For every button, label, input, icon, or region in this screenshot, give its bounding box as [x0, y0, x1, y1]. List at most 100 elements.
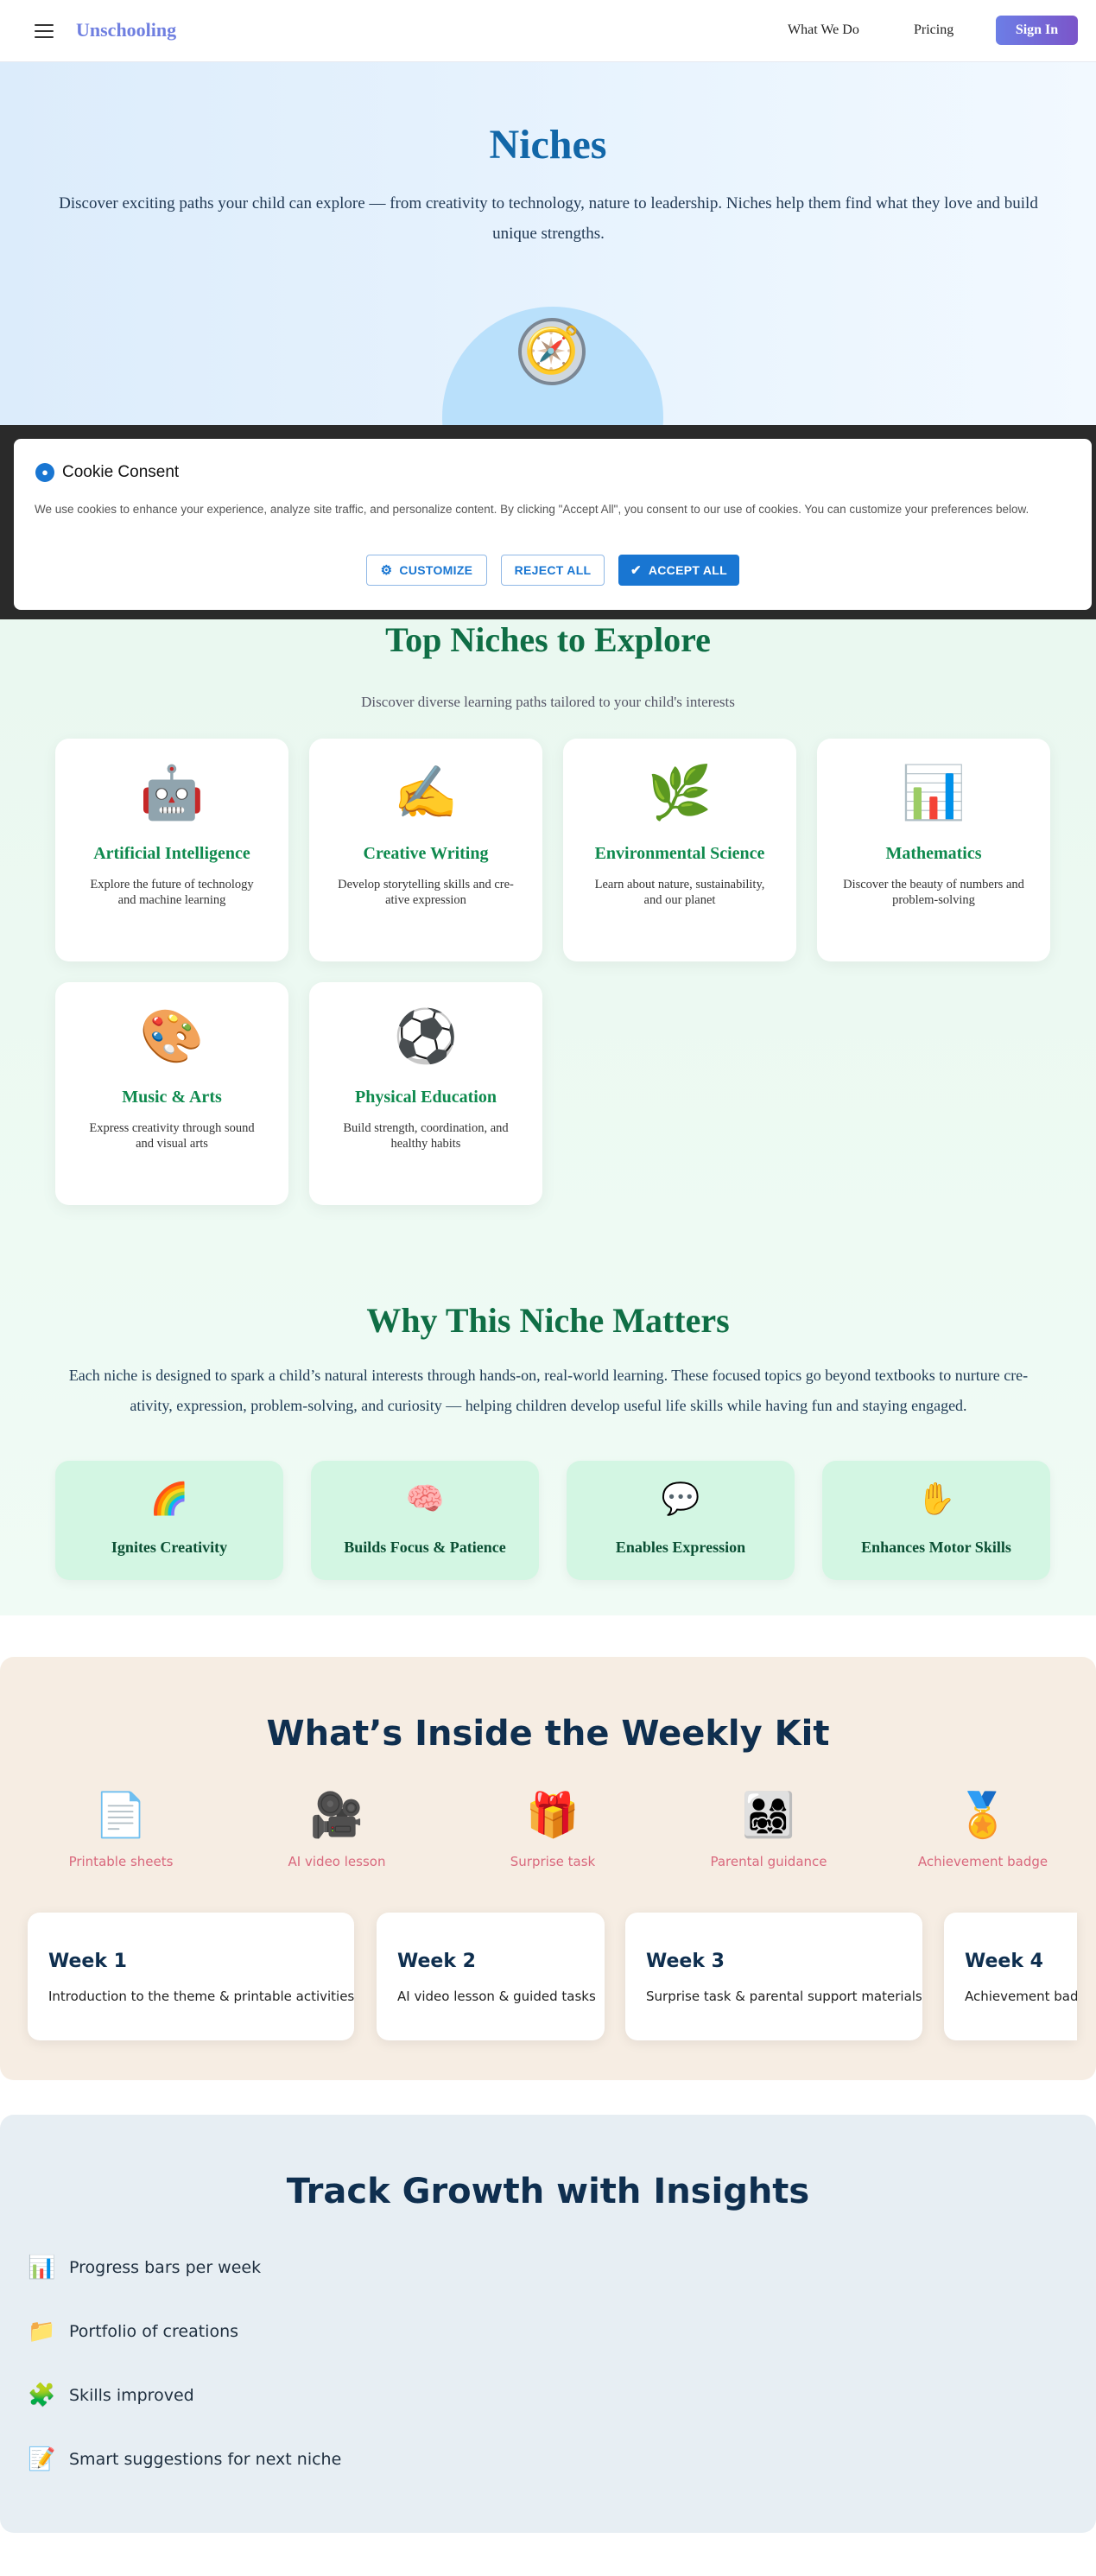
page-icon: 📄	[93, 1790, 149, 1840]
reject-label: REJECT ALL	[514, 563, 592, 577]
hand-icon: ✋	[916, 1482, 956, 1516]
niche-card-physical-education[interactable]: ⚽ Physical Education Build strength, coo…	[309, 982, 542, 1205]
why-name: Enhances Motor Skills	[861, 1539, 1011, 1556]
track-item-progress: 📊 Progress bars per week	[28, 2253, 261, 2282]
why-name: Builds Focus & Patience	[344, 1539, 506, 1556]
track-label: Portfolio of creations	[69, 2322, 239, 2341]
kit-item-parental: 👨‍👩‍👧‍👦 Parental guidance	[682, 1786, 855, 1869]
week-card-2: Week 2 AI video lesson & guided tasks	[377, 1913, 605, 2040]
week-desc: Surprise task & parental support materia…	[646, 1989, 922, 2004]
week-desc: Introduction to the theme & printable ac…	[48, 1989, 354, 2004]
nav-pricing[interactable]: Pricing	[914, 22, 953, 38]
gear-icon: ⚙	[380, 563, 393, 578]
speech-bubble-icon: 💬	[661, 1482, 700, 1516]
why-card-expression: 💬 Enables Expression	[567, 1461, 795, 1580]
why-name: Enables Expression	[615, 1539, 746, 1556]
check-circle-icon: ✔	[630, 563, 642, 578]
compass-icon: 🧭	[518, 318, 586, 385]
rainbow-icon: 🌈	[149, 1482, 189, 1516]
week-card-1: Week 1 Introduction to the theme & print…	[28, 1913, 354, 2040]
niche-name: Music & Arts	[122, 1088, 222, 1107]
menu-icon[interactable]	[35, 24, 54, 38]
week-desc: Achievement badg	[965, 1989, 1077, 2004]
kit-item-surprise: 🎁 Surprise task	[466, 1786, 639, 1869]
site-logo[interactable]: Unschooling	[76, 19, 176, 41]
why-description: Each niche is designed to spark a child’…	[68, 1367, 1029, 1414]
week-title: Week 2	[397, 1951, 476, 1972]
week-desc: AI video lesson & guided tasks	[397, 1989, 596, 2004]
kit-label: Surprise task	[510, 1854, 596, 1869]
track-label: Smart suggestions for next niche	[69, 2450, 342, 2469]
puzzle-icon: 🧩	[28, 2382, 56, 2408]
track-item-suggestions: 📝 Smart suggestions for next niche	[28, 2445, 341, 2474]
cookie-icon: ●	[35, 463, 54, 482]
week-title: Week 3	[646, 1951, 725, 1972]
memo-icon: 📝	[28, 2446, 56, 2472]
folder-icon: 📁	[28, 2319, 56, 2344]
top-header: Unschooling What We Do Pricing Sign In	[0, 0, 1096, 62]
nav-what-we-do[interactable]: What We Do	[788, 22, 859, 38]
kit-label: Achievement badge	[917, 1854, 1048, 1869]
kit-label: Parental guidance	[710, 1854, 827, 1869]
niche-name: Physical Education	[355, 1088, 497, 1107]
niche-desc: Explore the future of technology and mac…	[90, 878, 254, 907]
week-title: Week 1	[48, 1951, 127, 1972]
niche-name: Artificial Intelligence	[93, 844, 250, 863]
customize-button[interactable]: ⚙ CUSTOMIZE	[366, 555, 487, 586]
kit-label: AI video lesson	[288, 1854, 386, 1869]
reject-all-button[interactable]: REJECT ALL	[501, 555, 605, 586]
palette-icon: 🎨	[139, 1008, 205, 1065]
page-title: Niches	[489, 122, 607, 168]
soccer-ball-icon: ⚽	[393, 1008, 459, 1065]
family-icon: 👨‍👩‍👧‍👦	[741, 1790, 796, 1840]
niche-card-environmental-science[interactable]: 🌿 Environmental Science Learn about natu…	[563, 739, 796, 961]
video-camera-icon: 🎥	[309, 1790, 364, 1840]
top-niches-title: Top Niches to Explore	[385, 620, 711, 659]
why-title: Why This Niche Matters	[366, 1301, 730, 1340]
week-title: Week 4	[965, 1951, 1043, 1972]
niche-name: Environmental Science	[594, 844, 765, 863]
niche-desc: Learn about nature, sustainability, and …	[594, 878, 765, 907]
cookie-title: Cookie Consent	[62, 463, 180, 481]
niche-card-music-arts[interactable]: 🎨 Music & Arts Express creativity throug…	[55, 982, 288, 1205]
niche-desc: Discover the beauty of numbers and probl…	[843, 878, 1024, 907]
gift-icon: 🎁	[525, 1790, 580, 1840]
hero-description: Discover exciting paths your child can e…	[59, 194, 1038, 243]
medal-icon: 🏅	[955, 1790, 1010, 1840]
herb-icon: 🌿	[647, 765, 713, 822]
bar-chart-icon: 📊	[901, 765, 966, 822]
why-card-creativity: 🌈 Ignites Creativity	[55, 1461, 283, 1580]
kit-label: Printable sheets	[68, 1854, 174, 1869]
sign-in-button[interactable]: Sign In	[996, 16, 1078, 45]
why-name: Ignites Creativity	[111, 1539, 228, 1556]
accept-all-button[interactable]: ✔ ACCEPT ALL	[618, 555, 739, 586]
niche-desc: Build strength, coordination, and health…	[343, 1121, 509, 1151]
kit-title: What’s Inside the Weekly Kit	[266, 1714, 830, 1754]
kit-item-video: 🎥 AI video lesson	[250, 1786, 423, 1869]
track-label: Skills improved	[69, 2386, 194, 2405]
niche-card-ai[interactable]: 🤖 Artificial Intelligence Explore the fu…	[55, 739, 288, 961]
cookie-text: We use cookies to enhance your experienc…	[35, 503, 1029, 516]
why-card-focus: 🧠 Builds Focus & Patience	[311, 1461, 539, 1580]
track-title: Track Growth with Insights	[286, 2172, 810, 2211]
niche-name: Mathematics	[885, 844, 982, 863]
track-growth-section: Track Growth with Insights 📊 Progress ba…	[0, 2115, 1096, 2533]
robot-icon: 🤖	[139, 765, 205, 822]
week-card-4: Week 4 Achievement badg	[944, 1913, 1077, 2040]
track-label: Progress bars per week	[69, 2258, 262, 2277]
niche-card-mathematics[interactable]: 📊 Mathematics Discover the beauty of num…	[817, 739, 1050, 961]
bar-chart-icon: 📊	[28, 2255, 56, 2281]
niche-card-creative-writing[interactable]: ✍️ Creative Writing Develop storytelling…	[309, 739, 542, 961]
cookie-consent-dialog: ● Cookie Consent We use cookies to enhan…	[14, 439, 1092, 610]
kit-item-printable: 📄 Printable sheets	[35, 1786, 207, 1869]
niche-desc: Express creativity through sound and vis…	[89, 1121, 255, 1151]
top-niches-subtitle: Discover diverse learning paths tailored…	[361, 694, 735, 710]
niches-section: Top Niches to Explore Discover diverse l…	[0, 619, 1096, 1615]
niche-desc: Develop storytelling skills and cre-ativ…	[338, 878, 514, 907]
weekly-kit-section: What’s Inside the Weekly Kit 📄 Printable…	[0, 1657, 1096, 2080]
why-card-motor-skills: ✋ Enhances Motor Skills	[822, 1461, 1050, 1580]
writing-hand-icon: ✍️	[393, 765, 459, 822]
track-item-skills: 🧩 Skills improved	[28, 2381, 194, 2410]
kit-item-badge: 🏅 Achievement badge	[896, 1786, 1069, 1869]
track-item-portfolio: 📁 Portfolio of creations	[28, 2317, 238, 2346]
